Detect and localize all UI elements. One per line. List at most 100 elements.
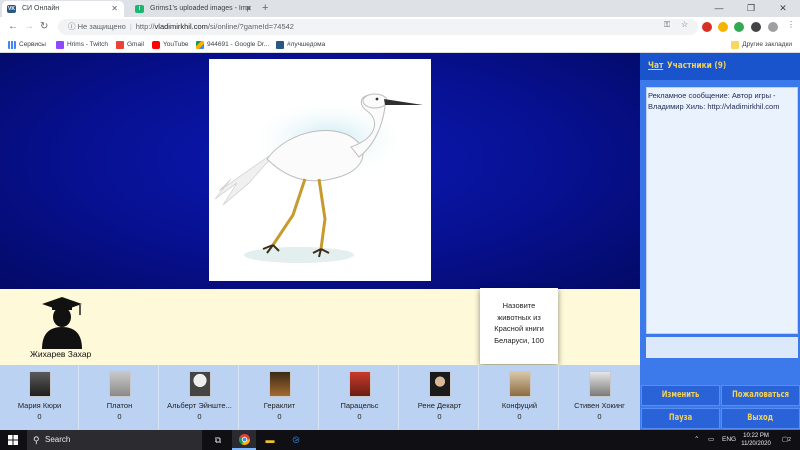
bookmark-vk[interactable]: #лучшедома <box>276 39 325 51</box>
player-portrait <box>589 371 611 397</box>
tab-title: Grims1's uploaded images - Imp <box>150 5 251 12</box>
player-score: 0 <box>517 412 522 421</box>
profile-avatar[interactable] <box>768 22 778 32</box>
network-icon[interactable]: ▭ <box>708 430 714 450</box>
url-path: /si/online/?gameId=74542 <box>207 22 294 31</box>
player-name: Рене Декарт <box>417 401 462 410</box>
player-name: Гераклит <box>263 401 296 410</box>
browser-tab-strip: VK СИ Онлайн ✕ I Grims1's uploaded image… <box>0 0 800 17</box>
bookmarks-bar: Сервисы Hrims - Twitch Gmail YouTube 944… <box>0 37 800 53</box>
other-bookmarks[interactable]: Другие закладки <box>731 39 792 51</box>
tray-chevron-icon[interactable]: ⌃ <box>694 430 699 450</box>
bookmark-services[interactable]: Сервисы <box>8 39 46 51</box>
lang-indicator[interactable]: ENG <box>722 430 736 450</box>
back-icon[interactable]: ← <box>8 20 18 34</box>
tab-participants[interactable]: Участники (9) <box>667 61 726 71</box>
twitch-icon <box>56 41 64 49</box>
tab-imgur[interactable]: I Grims1's uploaded images - Imp ✕ <box>130 1 258 17</box>
tab-si-online[interactable]: VK СИ Онлайн ✕ <box>2 1 124 17</box>
forward-icon[interactable]: → <box>24 20 34 34</box>
chat-log: Рекламное сообщение: Автор игры - Владим… <box>646 87 798 334</box>
player-score: 0 <box>197 412 202 421</box>
extension-icon[interactable] <box>751 22 761 32</box>
player-card-einstein[interactable]: Альберт Эйнште... 0 <box>160 365 239 430</box>
player-portrait <box>429 371 451 397</box>
player-card-hawking[interactable]: Стивен Хокинг 0 <box>560 365 639 430</box>
file-explorer-icon[interactable]: ▬ <box>258 430 282 450</box>
player-card-paracelsus[interactable]: Парацельс 0 <box>320 365 399 430</box>
tab-title: СИ Онлайн <box>22 5 60 12</box>
complain-button[interactable]: Пожаловаться <box>721 385 800 406</box>
extension-icon[interactable] <box>734 22 744 32</box>
browser-toolbar: ← → ↻ ⓘ Не защищено | http://vladimirkhil.… <box>0 17 800 37</box>
drive-icon <box>196 41 204 49</box>
windows-start-icon[interactable] <box>8 435 18 445</box>
vk-icon <box>276 41 284 49</box>
new-tab-icon[interactable]: + <box>262 1 268 16</box>
pause-button[interactable]: Пауза <box>641 408 720 429</box>
graduate-silhouette-icon <box>40 297 85 349</box>
info-icon: ⓘ <box>68 22 78 31</box>
chrome-taskbar-icon[interactable] <box>232 430 256 450</box>
taskbar-search[interactable]: ⚲ Search <box>27 430 202 450</box>
key-icon[interactable]: ⚿ <box>664 20 670 30</box>
change-sums-button[interactable]: Изменить суммы <box>641 385 720 419</box>
player-name: Конфуций <box>501 401 538 410</box>
url-host: vladimirkhil.com <box>154 22 208 31</box>
close-icon[interactable]: ✕ <box>111 1 118 17</box>
close-window-icon[interactable]: ✕ <box>768 0 798 16</box>
exit-button[interactable]: Выход <box>721 408 800 429</box>
search-icon: ⚲ <box>33 435 40 445</box>
address-bar[interactable]: ⓘ Не защищено | http://vladimirkhil.com/si… <box>58 19 698 35</box>
bookmark-youtube[interactable]: YouTube <box>152 39 189 51</box>
player-name: Платон <box>106 401 133 410</box>
extension-icon[interactable] <box>702 22 712 32</box>
bookmark-gmail[interactable]: Gmail <box>116 39 144 51</box>
player-card-plato[interactable]: Платон 0 <box>80 365 159 430</box>
bookmark-google-drive[interactable]: 944691 - Google Dr... <box>196 39 269 51</box>
bookmark-twitch[interactable]: Hrims - Twitch <box>56 39 108 51</box>
chat-input[interactable] <box>646 337 798 358</box>
menu-icon[interactable]: ⋮ <box>787 20 795 29</box>
task-view-icon[interactable]: ⧉ <box>206 430 230 450</box>
vk-icon: VK <box>7 5 16 13</box>
player-card-curie[interactable]: Мария Кюри 0 <box>0 365 79 430</box>
player-name: Альберт Эйнште... <box>167 401 232 410</box>
question-card: Назовите животных из Красной книги Белар… <box>480 288 558 364</box>
gmail-icon <box>116 41 124 49</box>
player-score: 0 <box>357 412 362 421</box>
minimize-icon[interactable]: — <box>704 0 734 16</box>
player-portrait <box>349 371 371 397</box>
extension-icon[interactable] <box>718 22 728 32</box>
question-image-egret <box>209 59 431 281</box>
star-icon[interactable]: ☆ <box>681 20 688 29</box>
player-portrait <box>189 371 211 397</box>
player-score: 0 <box>437 412 442 421</box>
player-name: Парацельс <box>340 401 379 410</box>
windows-taskbar: ⚲ Search ⧉ ▬ ⧁ ⌃ ▭ ENG 10:22 PM 11/20/20… <box>0 430 800 450</box>
player-portrait <box>269 371 291 397</box>
vscode-icon[interactable]: ⧁ <box>284 430 308 450</box>
players-strip: Мария Кюри 0 Платон 0 Альберт Эйнште... … <box>0 365 640 430</box>
imgur-icon: I <box>135 5 144 13</box>
chat-message: Рекламное сообщение: Автор игры - Владим… <box>648 91 780 111</box>
tab-chat[interactable]: Чат <box>648 61 663 71</box>
close-icon[interactable]: ✕ <box>245 1 252 17</box>
player-card-confucius[interactable]: Конфуций 0 <box>480 365 559 430</box>
reload-icon[interactable]: ↻ <box>40 20 48 34</box>
player-score: 0 <box>117 412 122 421</box>
maximize-icon[interactable]: ❐ <box>736 0 766 16</box>
screen: VK СИ Онлайн ✕ I Grims1's uploaded image… <box>0 0 800 450</box>
clock[interactable]: 10:22 PM 11/20/2020 <box>736 432 776 448</box>
folder-icon <box>731 41 740 49</box>
egret-illustration <box>214 93 423 263</box>
player-portrait <box>109 371 131 397</box>
security-label: Не защищено <box>77 22 126 31</box>
player-name: Стивен Хокинг <box>574 401 625 410</box>
apps-icon <box>8 41 16 49</box>
player-card-descartes[interactable]: Рене Декарт 0 <box>400 365 479 430</box>
notifications-icon[interactable]: ▢2 <box>782 430 791 450</box>
player-portrait <box>29 371 51 397</box>
player-card-heraclitus[interactable]: Гераклит 0 <box>240 365 319 430</box>
active-player-name: Жихарев Захар <box>30 349 92 359</box>
